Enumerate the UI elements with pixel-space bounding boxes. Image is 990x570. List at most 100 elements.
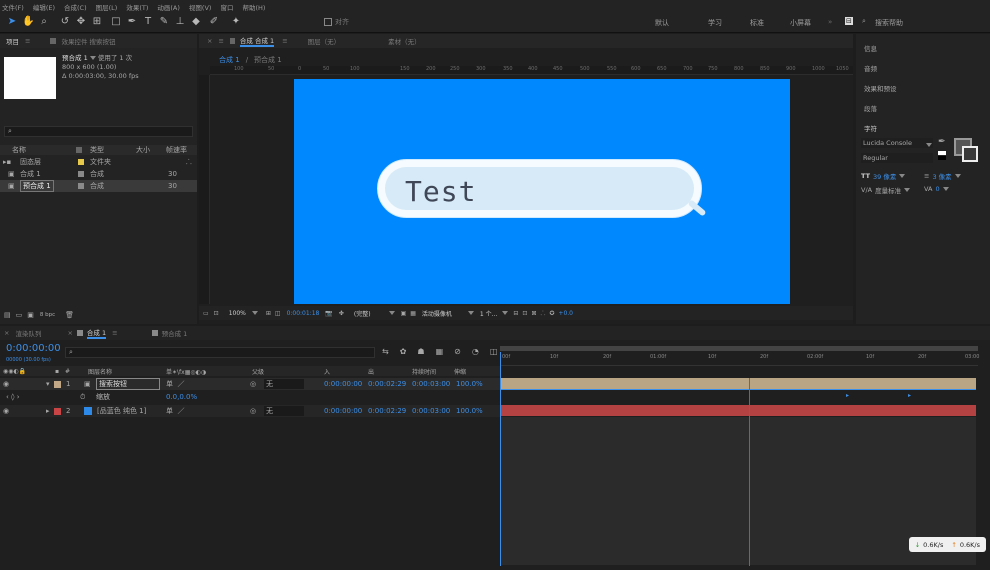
camera-icon[interactable]: 📷 (325, 310, 332, 317)
collapse-arrow-icon[interactable]: ▾ (46, 380, 50, 388)
fast-preview-icon[interactable]: ⊠ (531, 310, 536, 317)
close-icon[interactable]: × (207, 37, 212, 45)
zoom-select[interactable]: 100% (229, 310, 246, 317)
font-size-control[interactable]: TT 39 像素 (861, 171, 906, 181)
col-layer-name[interactable]: 图层名称 (88, 367, 112, 376)
duration[interactable]: 0:00:03:00 (412, 380, 450, 388)
exposure-reset-icon[interactable]: ✪ (549, 310, 554, 317)
stroke-width-value[interactable]: 3 像素 (932, 171, 951, 181)
workspace-learn[interactable]: 学习 (708, 18, 722, 28)
stroke-width-control[interactable]: ≡ 3 像素 (924, 171, 961, 181)
workspace-more-icon[interactable]: » (828, 18, 832, 26)
switches[interactable]: 单 ／ (166, 379, 184, 389)
col-in[interactable]: 入 (324, 367, 330, 376)
col-stretch[interactable]: 伸缩 (454, 367, 466, 376)
menu-window[interactable]: 窗口 (220, 2, 233, 12)
interpret-footage-icon[interactable]: ▤ (4, 311, 11, 319)
menu-edit[interactable]: 编辑(E) (33, 2, 55, 12)
selection-tool-icon[interactable]: ➤ (6, 16, 18, 28)
composition-canvas[interactable]: Test (294, 79, 790, 304)
menu-icon[interactable]: ≡ (218, 37, 223, 45)
brush-tool-icon[interactable]: ✎ (158, 16, 170, 28)
puppet-tool-icon[interactable]: ✦ (230, 16, 242, 28)
menu-icon[interactable]: ≡ (112, 329, 117, 337)
character-panel-tab[interactable]: 字符 (864, 119, 897, 139)
exposure-value[interactable]: +0.0 (558, 310, 573, 317)
close-icon[interactable]: × (67, 329, 72, 337)
roto-tool-icon[interactable]: ✐ (208, 16, 220, 28)
stopwatch-icon[interactable]: ⏱ (80, 393, 85, 402)
menu-view[interactable]: 视图(V) (189, 2, 212, 12)
monitor-icon[interactable]: ⊡ (214, 310, 219, 317)
align-checkbox[interactable]: 对齐 (324, 17, 349, 27)
resolution-select[interactable]: (完整) (354, 309, 371, 318)
menu-layer[interactable]: 图层(L) (96, 2, 118, 12)
current-time-indicator[interactable] (500, 352, 501, 566)
in-point[interactable]: 0:00:00:00 (324, 380, 362, 388)
col-parent[interactable]: 父级 (252, 367, 264, 376)
timecode-field[interactable]: 0:00:01:18 (287, 310, 320, 317)
workspace-default[interactable]: 默认 (655, 18, 669, 28)
black-swatch[interactable] (938, 156, 946, 160)
tracking-value[interactable]: 0 (935, 185, 939, 193)
effects-presets-tab[interactable]: 效果和预设 (864, 79, 897, 99)
parent-select[interactable]: 无 (264, 406, 304, 416)
layer1-bar[interactable] (500, 378, 976, 389)
zoom-tool-icon[interactable]: ⌕ (38, 16, 50, 28)
bpc-label[interactable]: 8 bpc (40, 312, 55, 318)
tab-layer[interactable]: 图层（无） (308, 36, 341, 46)
timeline-empty-area[interactable] (500, 417, 976, 565)
color-icon[interactable]: ✤ (339, 310, 344, 317)
region-icon[interactable]: ▣ (401, 310, 407, 317)
tab-composition[interactable]: 合成 合成 1 (239, 35, 275, 47)
property-value[interactable]: 0.0,0.0% (166, 393, 197, 401)
out-point[interactable]: 0:00:02:29 (368, 380, 406, 388)
layer-name[interactable]: [品蓝色 纯色 1] (97, 406, 146, 416)
col-size[interactable]: 大小 (136, 145, 150, 155)
tab-comp1[interactable]: 合成 1 (86, 327, 107, 339)
comp-mini-flowchart-icon[interactable]: ⇆ (382, 347, 389, 356)
tab-precomp1[interactable]: 预合成 1 (162, 328, 188, 338)
draft-3d-icon[interactable]: ✿ (400, 347, 407, 356)
kerning-control[interactable]: V/A 度量标准 (861, 185, 911, 195)
col-name[interactable]: 名称 (12, 145, 26, 155)
hand-tool-icon[interactable]: ✋ (22, 16, 34, 28)
frame-blend-icon[interactable]: ▦ (436, 347, 444, 356)
eyedropper-icon[interactable]: ✒ (938, 137, 946, 147)
menu-animation[interactable]: 动画(A) (157, 2, 180, 12)
switches[interactable]: 单 ／ (166, 406, 184, 416)
toggle-icon[interactable]: ⊟ (513, 310, 518, 317)
breadcrumb-item[interactable]: 预合成 1 (254, 55, 282, 65)
col-out[interactable]: 出 (368, 367, 374, 376)
menu-icon[interactable]: ≡ (25, 37, 30, 45)
stretch[interactable]: 100.0% (456, 407, 483, 415)
work-area-bar[interactable] (500, 346, 978, 351)
layer2-bar[interactable] (500, 405, 976, 416)
anchor-tool-icon[interactable]: ⊞ (91, 16, 103, 28)
close-icon[interactable]: × (4, 329, 9, 337)
expand-arrow-icon[interactable]: ▸ (46, 407, 50, 415)
workspace-standard[interactable]: 标准 (750, 18, 764, 28)
snapshot-icon[interactable]: ⊡ (522, 310, 527, 317)
transparency-icon[interactable]: ▦ (410, 310, 416, 317)
style-select[interactable]: Regular (861, 153, 933, 163)
graph-icon[interactable]: ◫ (490, 347, 498, 356)
menu-effect[interactable]: 效果(T) (126, 2, 148, 12)
views-select[interactable]: 1 个... (480, 309, 497, 318)
parent-select[interactable]: 无 (264, 379, 304, 389)
duration[interactable]: 0:00:03:00 (412, 407, 450, 415)
layer-name[interactable]: 搜索按钮 (96, 378, 160, 390)
trash-icon[interactable]: 🗑 (65, 311, 74, 319)
mask-icon[interactable]: ◫ (275, 310, 281, 317)
table-row[interactable]: ◉ ▸ 2 [品蓝色 纯色 1] 单 ／ ◎ 无 0:00:00:00 0:00… (0, 405, 500, 417)
out-point[interactable]: 0:00:02:29 (368, 407, 406, 415)
menu-help[interactable]: 帮助(H) (242, 2, 265, 12)
rectangle-tool-icon[interactable]: □ (110, 16, 122, 28)
clone-tool-icon[interactable]: ⊥ (174, 16, 186, 28)
current-time[interactable]: 0:00:00:00 (6, 343, 61, 354)
table-row[interactable]: ◉ ▾ 1 ▣ 搜索按钮 单 ／ ◎ 无 0:00:00:00 0:00:02:… (0, 378, 500, 390)
eraser-tool-icon[interactable]: ◆ (190, 16, 202, 28)
menu-composition[interactable]: 合成(C) (64, 2, 87, 12)
shy-icon[interactable]: ☗ (417, 347, 424, 356)
visibility-icon[interactable]: ◉ (3, 380, 9, 388)
